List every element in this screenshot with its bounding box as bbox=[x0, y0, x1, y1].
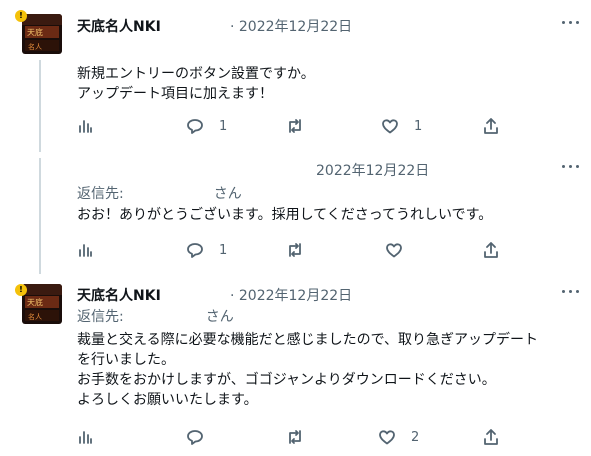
tweet-text: おお！ありがとうございます。採用してくださってうれしいです。 bbox=[77, 207, 493, 223]
reply-to-line: 返信先: さん bbox=[77, 306, 234, 326]
avatar[interactable]: 天底 名人 bbox=[22, 284, 62, 324]
svg-text:名人: 名人 bbox=[28, 312, 42, 321]
analytics-button[interactable] bbox=[76, 427, 94, 447]
author-name[interactable]: 天底名人NKI bbox=[77, 16, 161, 36]
tweet-date[interactable]: · 2022年12月22日 bbox=[230, 285, 352, 305]
tweet-text: 裁量と交える際に必要な機能だと感じましたので、取り急ぎアップデート を行いました… bbox=[77, 332, 539, 408]
like-button[interactable]: 1 bbox=[381, 116, 422, 136]
reply-to-label: 返信先: bbox=[77, 186, 124, 202]
retweet-button[interactable] bbox=[286, 240, 304, 260]
avatar[interactable]: 天底 名人 bbox=[22, 14, 62, 54]
retweet-button[interactable] bbox=[286, 427, 304, 447]
reply-to-label: 返信先: bbox=[77, 309, 124, 325]
reply-icon bbox=[187, 243, 203, 258]
warning-badge: ! bbox=[15, 10, 27, 22]
svg-text:天底: 天底 bbox=[27, 297, 43, 307]
analytics-icon bbox=[79, 431, 92, 444]
more-icon[interactable] bbox=[560, 16, 582, 30]
like-button[interactable] bbox=[385, 240, 403, 260]
retweet-icon bbox=[289, 119, 301, 133]
share-button[interactable] bbox=[482, 240, 500, 260]
reply-to-suffix: さん bbox=[205, 309, 234, 325]
tweet-date[interactable]: · 2022年12月22日 bbox=[230, 16, 352, 36]
reply-button[interactable]: 1 bbox=[186, 240, 227, 260]
retweet-button[interactable] bbox=[286, 116, 304, 136]
like-count: 1 bbox=[414, 118, 423, 134]
retweet-icon bbox=[289, 243, 301, 257]
reply-button[interactable] bbox=[186, 427, 204, 447]
tweet-3[interactable]: ! 天底 名人 天底名人NKI · 2022年12月22日 返信先: さん 裁量と… bbox=[0, 270, 591, 456]
like-icon bbox=[382, 119, 398, 134]
reply-to-suffix: さん bbox=[213, 186, 242, 202]
warning-badge: ! bbox=[15, 284, 27, 296]
share-icon bbox=[484, 242, 498, 258]
more-icon[interactable] bbox=[560, 285, 582, 299]
reply-button[interactable]: 1 bbox=[186, 116, 227, 136]
share-icon bbox=[484, 118, 498, 134]
reply-count: 1 bbox=[219, 242, 228, 258]
author-name[interactable]: 天底名人NKI bbox=[77, 285, 161, 305]
like-button[interactable]: 2 bbox=[378, 427, 419, 447]
reply-icon bbox=[187, 430, 203, 445]
analytics-button[interactable] bbox=[76, 240, 94, 260]
share-icon bbox=[484, 429, 498, 445]
tweet-2[interactable]: 2022年12月22日 返信先: さん おお！ありがとうございます。採用してくださ… bbox=[0, 155, 591, 265]
more-icon[interactable] bbox=[560, 160, 582, 174]
share-button[interactable] bbox=[482, 427, 500, 447]
analytics-icon bbox=[79, 244, 92, 257]
svg-text:名人: 名人 bbox=[28, 42, 42, 51]
svg-text:天底: 天底 bbox=[27, 27, 43, 37]
reply-to-line: 返信先: さん bbox=[77, 183, 242, 203]
like-icon bbox=[379, 430, 395, 445]
retweet-icon bbox=[289, 430, 301, 444]
tweet-date[interactable]: 2022年12月22日 bbox=[316, 160, 429, 180]
share-button[interactable] bbox=[482, 116, 500, 136]
reply-icon bbox=[187, 119, 203, 134]
tweet-text: 新規エントリーのボタン設置ですか。 アップデート項目に加えます！ bbox=[77, 66, 315, 102]
analytics-icon bbox=[79, 120, 92, 133]
reply-count: 1 bbox=[219, 118, 228, 134]
like-count: 2 bbox=[411, 429, 420, 445]
like-icon bbox=[386, 243, 402, 258]
analytics-button[interactable] bbox=[76, 116, 94, 136]
tweet-1[interactable]: ! 天底 名人 天底名人NKI · 2022年12月22日 新規エントリーのボタ… bbox=[0, 0, 591, 155]
